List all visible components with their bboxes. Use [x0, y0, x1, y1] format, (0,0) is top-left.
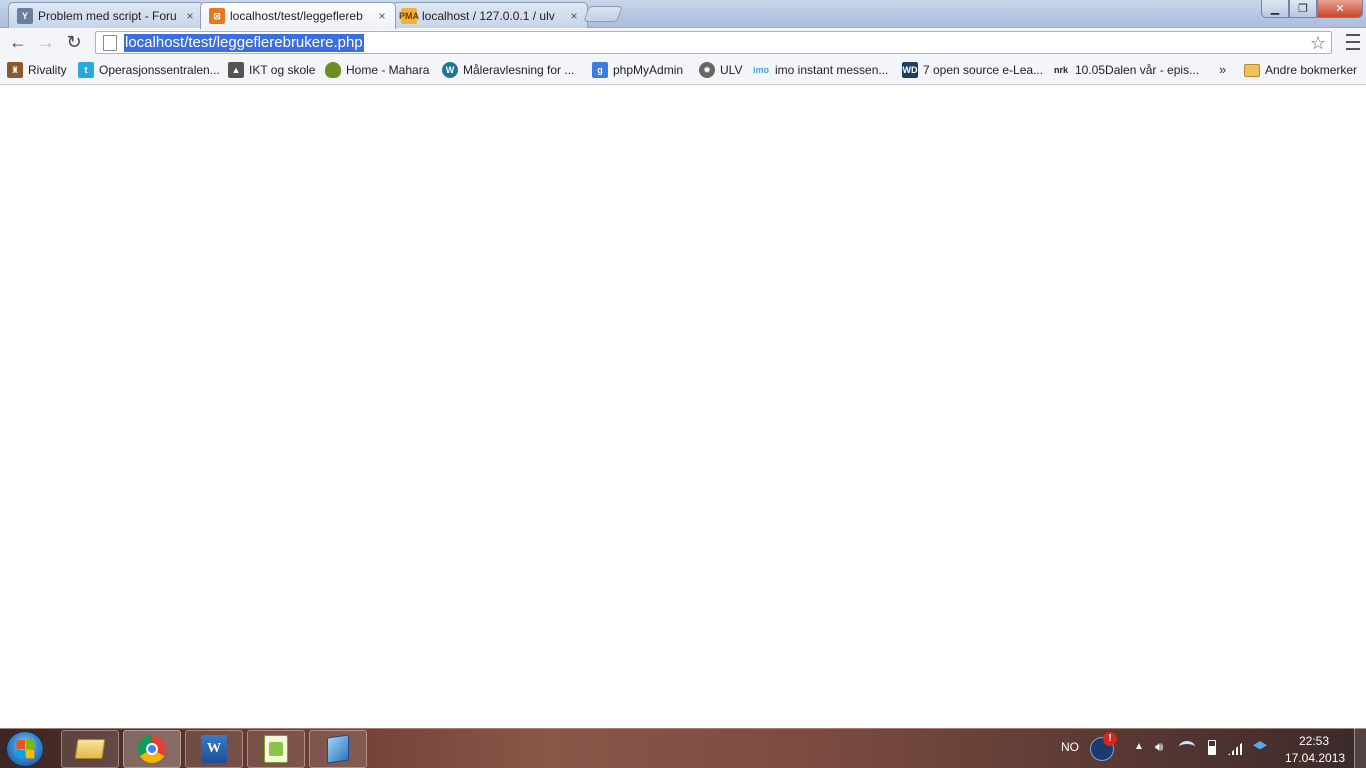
taskbar-app5-button[interactable]	[309, 730, 367, 768]
word-icon: W	[201, 735, 227, 763]
gear-icon: ✹	[699, 62, 715, 78]
taskbar-notepadpp-button[interactable]	[247, 730, 305, 768]
show-hidden-icons-icon[interactable]: ▲	[1134, 741, 1144, 752]
bookmarks-bar: ♜ Rivality t Operasjonssentralen... ▲ IK…	[0, 56, 1366, 85]
graduation-cap-icon: ▲	[228, 62, 244, 78]
wd-icon: WD	[902, 62, 918, 78]
tab-close-icon[interactable]: ×	[375, 9, 389, 23]
folder-icon	[74, 739, 106, 759]
nrk-icon: nrk	[1053, 65, 1068, 75]
bookmark-ikt-og-skole[interactable]: ▲ IKT og skole	[228, 61, 315, 79]
address-bar-url[interactable]: localhost/test/leggeflerebrukere.php	[124, 33, 364, 52]
volume-icon[interactable]: 🔊︎	[1155, 739, 1163, 755]
bookmark-operasjonssentralen[interactable]: t Operasjonssentralen...	[78, 61, 220, 79]
bookmark-phpmyadmin[interactable]: g phpMyAdmin	[592, 61, 683, 79]
window-titlebar: Y Problem med script - Foru × ⊠ localhos…	[0, 0, 1366, 29]
xampp-icon: ⊠	[209, 8, 225, 24]
bookmarks-overflow-chevron-icon[interactable]: »	[1219, 62, 1226, 77]
tab-title: localhost/test/leggeflereb	[230, 9, 363, 23]
windows-taskbar: W NO ! ▲ 🔊︎ 22:53 17.04.2013	[0, 728, 1366, 768]
language-indicator[interactable]: NO	[1061, 740, 1079, 754]
tab-problem-med-script[interactable]: Y Problem med script - Foru ×	[8, 2, 204, 28]
action-center-alert-icon[interactable]: !	[1090, 732, 1117, 761]
rivality-icon: ♜	[7, 62, 23, 78]
wifi-icon[interactable]	[1179, 741, 1195, 753]
bookmark-open-source-elearning[interactable]: WD 7 open source e-Lea...	[902, 61, 1043, 79]
minimize-button[interactable]: ▁	[1261, 0, 1289, 18]
forum-icon: Y	[17, 7, 33, 24]
blue-app-icon	[327, 734, 349, 764]
taskbar-word-button[interactable]: W	[185, 730, 243, 768]
taskbar-explorer-button[interactable]	[61, 730, 119, 768]
bookmark-star-icon[interactable]: ☆	[1310, 33, 1326, 54]
show-desktop-button[interactable]	[1354, 728, 1366, 768]
bookmark-maleravlesning[interactable]: W Måleravlesning for ...	[442, 61, 574, 79]
bookmark-ulv[interactable]: ✹ ULV	[699, 61, 742, 79]
maximize-button[interactable]: ❐	[1289, 0, 1317, 18]
tab-phpmyadmin[interactable]: PMA localhost / 127.0.0.1 / ulv ×	[392, 2, 588, 28]
close-window-button[interactable]: ✕	[1317, 0, 1363, 18]
bookmark-other-folder[interactable]: Andre bokmerker	[1244, 61, 1357, 79]
notepad-plus-icon	[264, 735, 288, 763]
phpmyadmin-icon: PMA	[399, 7, 419, 24]
bookmark-dalen-var[interactable]: nrk 10.05Dalen vår - epis...	[1052, 61, 1199, 79]
clock-date[interactable]: 17.04.2013	[1285, 751, 1345, 765]
page-content	[0, 86, 1366, 728]
forward-arrow-icon[interactable]: →	[32, 30, 60, 54]
window-controls: ▁ ❐ ✕	[1261, 0, 1363, 18]
new-tab-button[interactable]	[583, 6, 623, 22]
twitter-icon: t	[78, 62, 94, 78]
tab-close-icon[interactable]: ×	[183, 9, 197, 23]
browser-toolbar: ← → ↻ localhost/test/leggeflerebrukere.p…	[0, 28, 1366, 56]
imo-icon: imo	[752, 65, 769, 75]
windows-logo-icon	[16, 739, 35, 759]
taskbar-chrome-button[interactable]	[123, 730, 181, 768]
page-icon	[103, 34, 117, 51]
google-g-icon: g	[592, 62, 608, 78]
tab-title: Problem med script - Foru	[38, 8, 177, 23]
tab-title: localhost / 127.0.0.1 / ulv	[422, 8, 555, 23]
address-bar[interactable]: localhost/test/leggeflerebrukere.php ☆	[95, 31, 1332, 54]
reload-icon[interactable]: ↻	[60, 30, 88, 54]
signal-strength-icon[interactable]	[1228, 741, 1244, 755]
battery-icon[interactable]	[1208, 740, 1216, 755]
tab-localhost-leggeflerebrukere[interactable]: ⊠ localhost/test/leggeflereb ×	[200, 2, 396, 29]
back-arrow-icon[interactable]: ←	[4, 30, 32, 54]
start-button[interactable]	[6, 731, 44, 767]
bookmark-rivality[interactable]: ♜ Rivality	[7, 61, 67, 79]
chrome-icon	[138, 735, 166, 763]
mahara-icon	[325, 62, 341, 78]
bookmark-imo[interactable]: imo imo instant messen...	[752, 61, 888, 79]
clock-time[interactable]: 22:53	[1299, 734, 1329, 748]
tab-close-icon[interactable]: ×	[567, 9, 581, 23]
wordpress-icon: W	[442, 62, 458, 78]
bookmark-home-mahara[interactable]: Home - Mahara	[325, 61, 429, 79]
dropbox-icon[interactable]	[1253, 741, 1267, 750]
chrome-menu-icon[interactable]	[1346, 34, 1360, 50]
folder-icon	[1244, 63, 1260, 77]
